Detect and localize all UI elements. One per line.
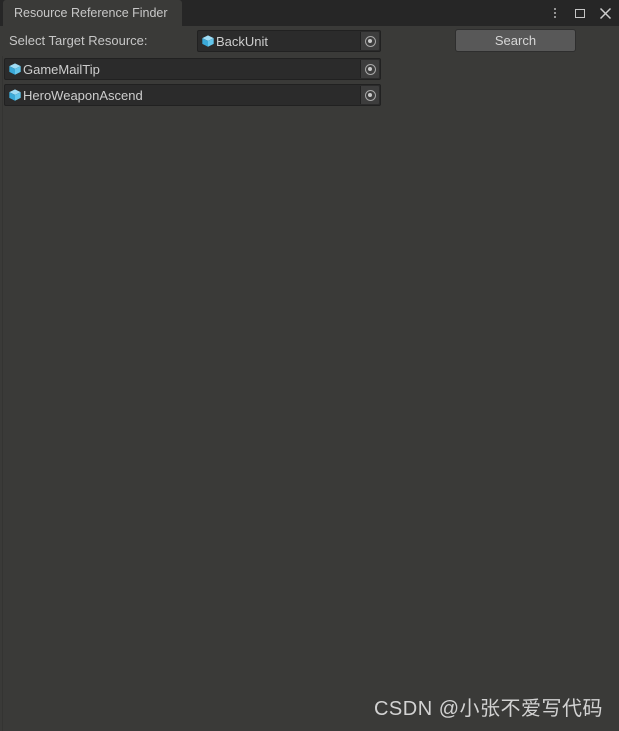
search-row: Select Target Resource: BackUnit Search <box>0 26 619 56</box>
pane-divider <box>2 56 3 731</box>
object-picker-button[interactable] <box>360 60 379 78</box>
target-resource-value: BackUnit <box>216 33 269 49</box>
tab-resource-reference-finder[interactable]: Resource Reference Finder <box>3 0 182 26</box>
search-button[interactable]: Search <box>455 29 576 52</box>
prefab-cube-icon <box>202 35 214 47</box>
prefab-cube-icon <box>9 63 21 75</box>
close-icon <box>599 7 611 19</box>
object-picker-button[interactable] <box>360 32 379 50</box>
window-titlebar: Resource Reference Finder <box>0 0 619 26</box>
watermark-text: CSDN @小张不爱写代码 <box>373 698 603 720</box>
search-button-label: Search <box>494 33 537 48</box>
result-row[interactable]: HeroWeaponAscend <box>4 84 381 106</box>
result-label: GameMailTip <box>23 61 100 77</box>
kebab-menu-button[interactable] <box>547 5 563 21</box>
object-picker-icon <box>364 89 376 101</box>
kebab-menu-icon <box>554 6 556 19</box>
maximize-icon <box>575 8 585 18</box>
object-picker-button[interactable] <box>360 86 379 104</box>
result-label: HeroWeaponAscend <box>23 87 143 103</box>
maximize-button[interactable] <box>572 5 588 21</box>
resource-reference-finder-window: Resource Reference Finder Select Target … <box>0 0 619 731</box>
object-picker-icon <box>364 35 376 47</box>
tab-label: Resource Reference Finder <box>14 6 168 20</box>
result-row[interactable]: GameMailTip <box>4 58 381 80</box>
object-picker-icon <box>364 63 376 75</box>
results-list: GameMailTip HeroWeaponAscend <box>0 58 619 110</box>
target-resource-field[interactable]: BackUnit <box>197 30 381 52</box>
window-controls <box>547 0 613 26</box>
prefab-cube-icon <box>9 89 21 101</box>
close-button[interactable] <box>597 5 613 21</box>
target-resource-label: Select Target Resource: <box>9 33 148 48</box>
